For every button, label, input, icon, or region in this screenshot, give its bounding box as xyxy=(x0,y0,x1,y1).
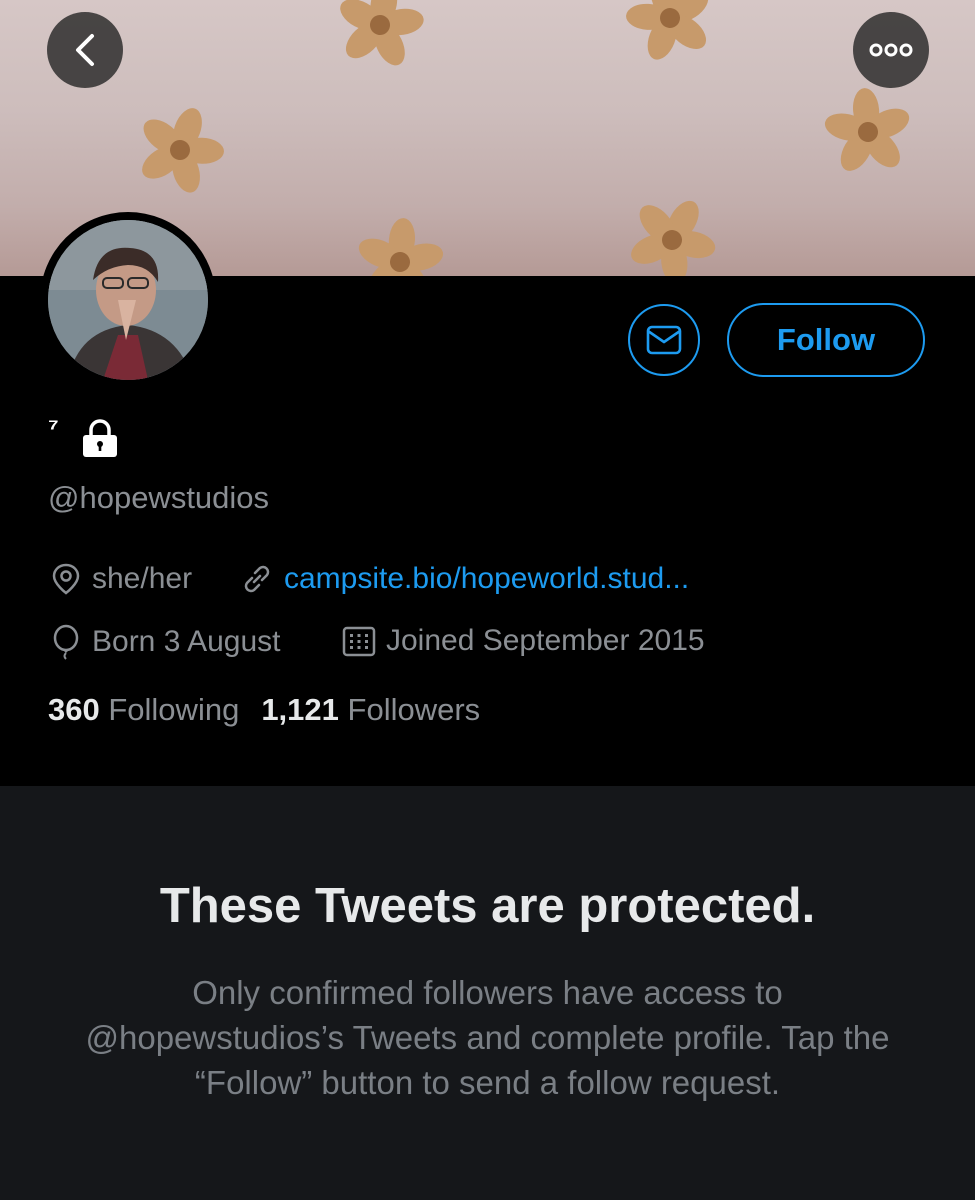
following-count: 360 xyxy=(48,692,100,727)
avatar-image xyxy=(48,220,208,380)
joined-info: Joined September 2015 xyxy=(342,624,705,658)
followers-link[interactable]: 1,121 Followers xyxy=(261,692,480,727)
website-link[interactable]: campsite.bio/hopeworld.stud... xyxy=(284,562,689,596)
following-label: Following xyxy=(108,692,240,727)
calendar-icon xyxy=(342,626,376,657)
balloon-icon xyxy=(53,624,79,660)
message-button[interactable] xyxy=(628,304,700,376)
link-icon xyxy=(244,565,270,593)
display-name: ⁷ xyxy=(48,412,59,442)
lock-icon xyxy=(83,419,117,457)
followers-label: Followers xyxy=(347,692,481,727)
protected-notice-body: Only confirmed followers have access to … xyxy=(85,974,890,1101)
chevron-left-icon xyxy=(76,34,94,66)
ellipsis-icon xyxy=(869,43,913,57)
following-link[interactable]: 360 Following xyxy=(48,692,239,727)
username-handle: @hopewstudios xyxy=(48,480,270,515)
protected-notice-title: These Tweets are protected. xyxy=(159,879,816,933)
birthday-info: Born 3 August xyxy=(50,624,280,660)
location-text: she/her xyxy=(92,562,193,595)
avatar-container[interactable] xyxy=(40,212,216,388)
follow-button[interactable]: Follow xyxy=(727,303,925,377)
website-info[interactable]: campsite.bio/hopeworld.stud... xyxy=(240,562,689,596)
back-button[interactable] xyxy=(47,12,123,88)
location-pin-icon xyxy=(52,563,80,595)
avatar[interactable] xyxy=(48,220,208,380)
more-options-button[interactable] xyxy=(853,12,929,88)
birthday-text: Born 3 August xyxy=(92,625,281,658)
follow-stats: 360 Following 1,121 Followers xyxy=(48,692,480,728)
joined-text: Joined September 2015 xyxy=(386,624,705,657)
followers-count: 1,121 xyxy=(261,692,339,727)
envelope-icon xyxy=(646,325,682,355)
location-info: she/her xyxy=(50,562,192,596)
